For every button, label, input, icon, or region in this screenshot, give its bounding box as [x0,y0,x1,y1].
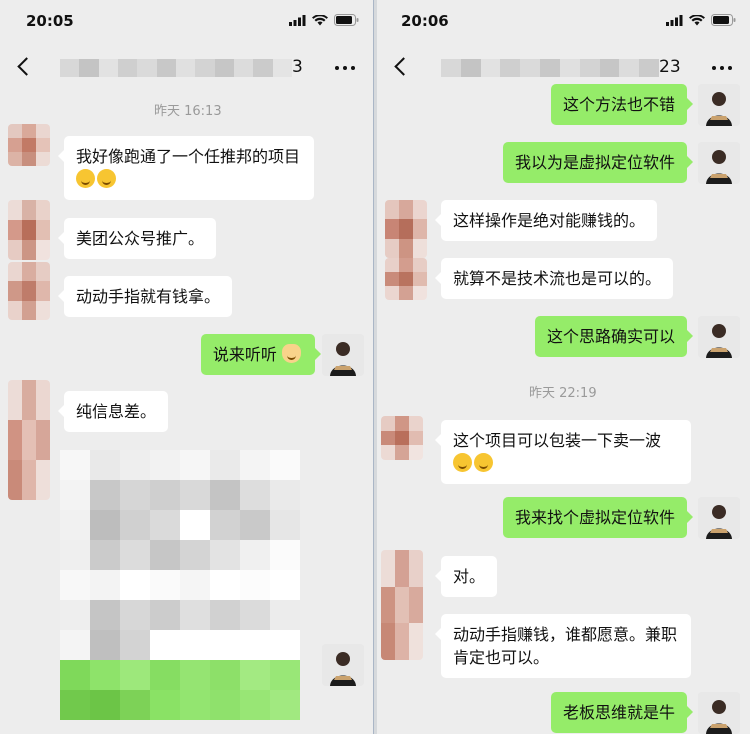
contact-name-suffix: 23 [659,57,681,77]
message-text: 这个方法也不错 [562,95,675,114]
message-bubble-out[interactable]: 说来听听 [200,334,322,375]
contact-avatar[interactable] [8,124,50,166]
message-text: 对。 [453,567,486,586]
message-text: 这个项目可以包装一下卖一波 [453,431,662,450]
message-text: 这样操作是绝对能赚钱的。 [453,211,646,230]
timestamp: 昨天 16:13 [154,104,222,119]
contact-avatar[interactable] [8,262,50,320]
my-avatar[interactable] [698,142,740,184]
contact-avatar[interactable] [385,200,427,258]
message-text: 我来找个虚拟定位软件 [514,508,675,527]
contact-name-mosaic [60,59,292,77]
status-time: 20:06 [401,12,449,30]
person-photo [698,84,740,126]
more-button[interactable] [335,66,355,70]
person-photo [698,497,740,539]
contact-name-suffix: 3 [292,57,303,77]
laugh-cry-emoji [97,169,116,188]
back-button[interactable] [391,55,413,79]
message-text: 就算不是技术流也是可以的。 [453,269,662,288]
signal-icon [289,14,306,26]
status-time: 20:05 [26,12,74,30]
my-avatar[interactable] [698,497,740,539]
person-photo [322,644,364,686]
my-avatar[interactable] [698,692,740,734]
laugh-cry-emoji [76,169,95,188]
laugh-cry-emoji [453,453,472,472]
contact-avatar[interactable] [385,258,427,300]
message-bubble-in[interactable]: 我好像跑通了一个任推邦的项目 [58,136,314,200]
message-bubble-in[interactable]: 纯信息差。 [57,391,169,432]
message-bubble-in[interactable]: 动动手指赚钱，谁都愿意。兼职肯定也可以。 [435,614,691,678]
message-bubble-in[interactable]: 这个项目可以包装一下卖一波 [435,420,691,484]
contact-avatar[interactable] [8,380,50,500]
message-bubble-in[interactable]: 动动手指就有钱拿。 [57,276,233,317]
laugh-cry-emoji [474,453,493,472]
message-text: 纯信息差。 [76,402,157,421]
my-avatar[interactable] [322,644,364,686]
status-icons [289,14,359,26]
battery-icon [334,14,359,26]
wifi-icon [689,14,705,25]
my-avatar[interactable] [322,334,364,376]
chat-screen-right: 20:06 23 这个方法也不错 我以为是虚拟定位软件 这样操作是绝对能赚钱的。 [377,0,750,734]
contact-avatar[interactable] [381,416,423,460]
nav-bar: 3 [0,44,373,90]
message-bubble-in[interactable]: 就算不是技术流也是可以的。 [434,258,674,299]
person-photo [698,692,740,734]
message-text: 说来听听 [212,345,277,364]
message-text: 动动手指就有钱拿。 [76,287,221,306]
status-bar: 20:05 [0,0,373,44]
more-button[interactable] [712,66,732,70]
message-text: 这个思路确实可以 [546,327,675,346]
message-bubble-out[interactable]: 老板思维就是牛 [550,692,694,733]
message-text: 美团公众号推广。 [76,229,205,248]
message-text: 我以为是虚拟定位软件 [514,153,675,172]
message-bubble-out[interactable]: 我以为是虚拟定位软件 [502,142,694,183]
message-bubble-out[interactable]: 我来找个虚拟定位软件 [502,497,694,538]
message-bubble-out[interactable]: 这个方法也不错 [550,84,694,125]
my-avatar[interactable] [698,316,740,358]
wifi-icon [312,14,328,25]
message-bubble-out[interactable]: 这个思路确实可以 [534,316,694,357]
signal-icon [666,14,683,26]
message-text: 我好像跑通了一个任推邦的项目 [76,147,301,166]
message-bubble-in[interactable]: 美团公众号推广。 [57,218,217,259]
message-text: 动动手指赚钱，谁都愿意。兼职肯定也可以。 [453,625,678,667]
message-bubble-in[interactable]: 这样操作是绝对能赚钱的。 [434,200,658,241]
back-button[interactable] [14,55,36,79]
more-dots-icon [712,66,716,70]
person-photo [322,334,364,376]
blurred-image-message[interactable] [60,450,300,720]
status-icons [666,14,736,26]
contact-avatar[interactable] [381,550,423,660]
battery-icon [711,14,736,26]
more-dots-icon [335,66,339,70]
status-bar: 20:06 [377,0,750,44]
chat-screen-left: 20:05 3 昨天 16:13 我好像跑通了一个任推邦的项目 美团公众号推广。… [0,0,373,734]
contact-avatar[interactable] [8,200,50,260]
my-avatar[interactable] [698,84,740,126]
contact-name-mosaic [441,59,659,77]
person-photo [698,316,740,358]
person-photo [698,142,740,184]
message-bubble-in[interactable]: 对。 [434,556,498,597]
message-text: 老板思维就是牛 [562,703,675,722]
cat-emoji [282,344,301,363]
timestamp: 昨天 22:19 [529,386,597,401]
